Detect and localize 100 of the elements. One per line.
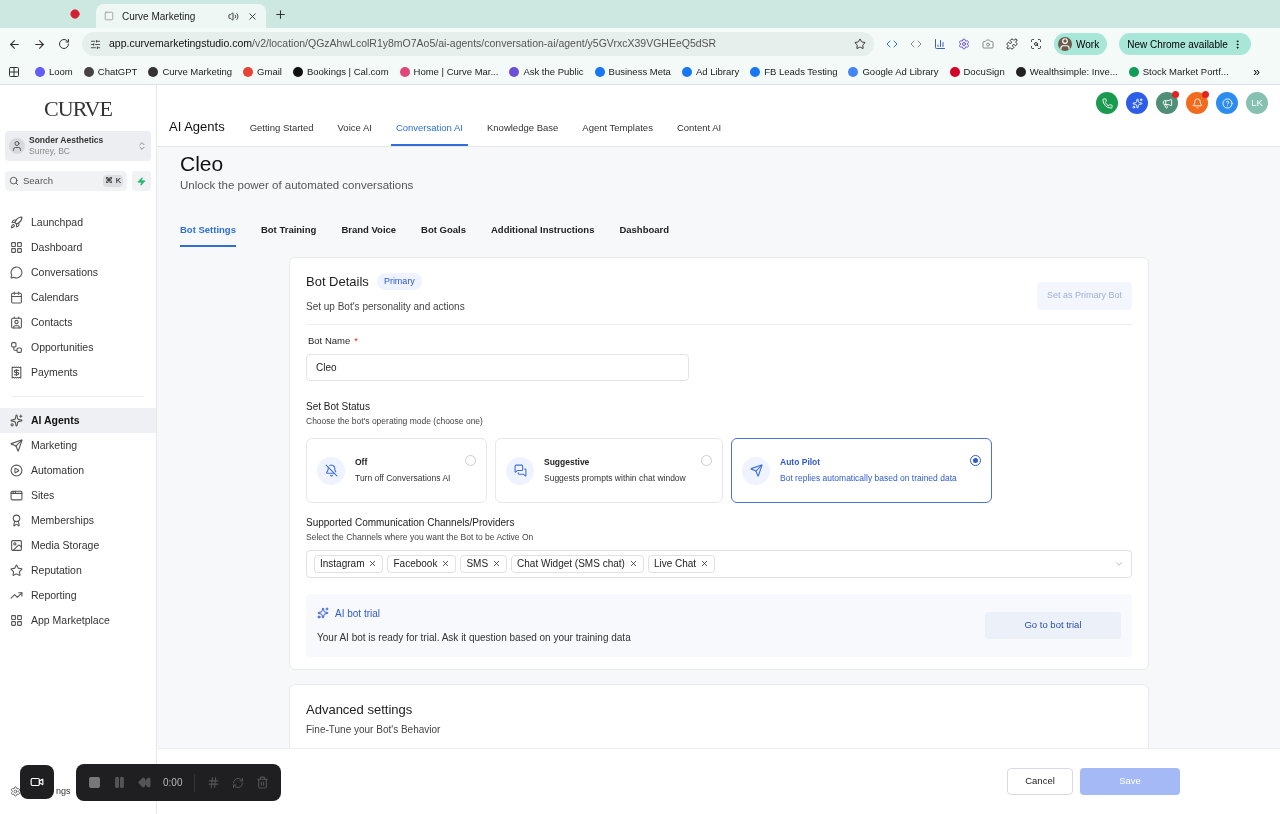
- channels-title: Supported Communication Channels/Providers: [306, 516, 516, 530]
- apps-icon[interactable]: [8, 66, 20, 78]
- bot-name-field[interactable]: Cleo: [306, 354, 689, 382]
- extension-icon[interactable]: [886, 38, 898, 50]
- settings-icon[interactable]: [10, 785, 21, 797]
- avatar-icon: [1058, 37, 1072, 51]
- bookmark[interactable]: Google Ad Library: [848, 64, 939, 80]
- search-field[interactable]: Search ⌘ K: [5, 171, 127, 191]
- extension-icon[interactable]: [958, 38, 970, 50]
- sidebar-item[interactable]: AI Agents: [0, 408, 156, 433]
- bookmark[interactable]: Home | Curve Mar...: [399, 64, 499, 80]
- field-label: Bot Name: [308, 335, 351, 346]
- bookmark[interactable]: Business Meta: [594, 64, 671, 80]
- sidebar-item[interactable]: Automation: [0, 458, 156, 483]
- bot-trial-button[interactable]: Go to bot trial: [985, 611, 1121, 639]
- sidebar-item[interactable]: Memberships: [0, 508, 156, 533]
- stop-icon[interactable]: [88, 776, 101, 789]
- bookmark[interactable]: DocuSign: [949, 64, 1005, 80]
- remove-icon[interactable]: [492, 559, 502, 569]
- remove-icon[interactable]: [368, 559, 378, 569]
- header-action-button[interactable]: [1096, 92, 1118, 114]
- status-title: Suggestive: [544, 456, 591, 469]
- bookmark[interactable]: Bookings | Cal.com: [292, 64, 389, 80]
- page-tab[interactable]: Bot Goals: [421, 223, 466, 247]
- sidebar-item[interactable]: Payments: [0, 360, 156, 385]
- bookmark[interactable]: FB Leads Testing: [750, 64, 838, 80]
- sidebar-item[interactable]: Reporting: [0, 583, 156, 608]
- channels-select[interactable]: Instagram Facebook SMS Chat Widget (SMS chat) Live Chat: [306, 549, 1132, 578]
- site-settings-icon[interactable]: [90, 38, 101, 50]
- address-bar[interactable]: app.curvemarketingstudio.com/v2/location/QGzAhwLcolR1y8mO7Ao5/ai-agents/conversation-ai/agent/y5GVrxcX39VGHEeQ5dSR: [82, 32, 874, 56]
- browser-tab[interactable]: Curve Marketing: [96, 4, 266, 28]
- sidebar-item[interactable]: Opportunities: [0, 335, 156, 360]
- sidebar-item[interactable]: Dashboard: [0, 235, 156, 260]
- sidebar-item[interactable]: Conversations: [0, 260, 156, 285]
- bookmark[interactable]: Wealthsimple: Inve...: [1015, 64, 1118, 80]
- header-tab[interactable]: Voice AI: [332, 120, 377, 146]
- bookmark[interactable]: Curve Marketing: [148, 64, 233, 80]
- sidebar-item[interactable]: App Marketplace: [0, 608, 156, 633]
- sidebar-item[interactable]: Sites: [0, 483, 156, 508]
- bookmark[interactable]: ChatGPT: [83, 64, 138, 80]
- sidebar-item[interactable]: Marketing: [0, 433, 156, 458]
- bookmark-star-icon[interactable]: [854, 38, 866, 50]
- sidebar-item[interactable]: Launchpad: [0, 210, 156, 235]
- page-tab[interactable]: Brand Voice: [341, 223, 397, 247]
- status-option[interactable]: Auto Pilot Bot replies automatically based on trained data: [731, 438, 992, 503]
- restart-icon[interactable]: [232, 776, 245, 789]
- sidebar-item[interactable]: Calendars: [0, 285, 156, 310]
- remove-icon[interactable]: [441, 559, 451, 569]
- update-button[interactable]: New Chrome available: [1119, 33, 1251, 55]
- video-icon: [30, 775, 44, 789]
- header-tab[interactable]: Agent Templates: [577, 120, 658, 146]
- header-action-button[interactable]: [1126, 92, 1148, 114]
- sidebar-item[interactable]: Media Storage: [0, 533, 156, 558]
- card-subtitle: Fine-Tune your Bot's Behavior: [306, 723, 442, 738]
- nav-icon: [10, 316, 23, 329]
- extension-icon[interactable]: [934, 38, 946, 50]
- extension-icon[interactable]: [910, 38, 922, 50]
- channel-tag: Facebook: [387, 554, 457, 573]
- tab-search-icon[interactable]: [1030, 38, 1042, 50]
- settings-label[interactable]: ngs: [56, 784, 71, 798]
- bookmark[interactable]: Stock Market Portf...: [1128, 64, 1229, 80]
- header-action-button[interactable]: [1186, 92, 1208, 114]
- trial-title: AI bot trial: [335, 606, 381, 621]
- profile-button[interactable]: Work: [1054, 33, 1108, 55]
- status-description: Suggests prompts within chat window: [544, 472, 687, 485]
- cancel-button[interactable]: Cancel: [1007, 768, 1073, 795]
- speaker-icon[interactable]: [228, 10, 239, 22]
- channels-hint: Select the Channels where you want the Bot to be Active On: [306, 531, 535, 544]
- header-tab[interactable]: Getting Started: [244, 120, 319, 146]
- extensions-icon[interactable]: [1006, 38, 1018, 50]
- channel-tag: Instagram: [314, 554, 384, 573]
- remove-icon[interactable]: [700, 559, 710, 569]
- status-icon: [317, 456, 345, 485]
- status-option[interactable]: Off Turn off Conversations AI: [306, 438, 487, 503]
- forward-icon[interactable]: [33, 37, 46, 51]
- header-tab[interactable]: Knowledge Base: [482, 120, 564, 146]
- back-icon[interactable]: [8, 37, 21, 51]
- header-action-button[interactable]: [1156, 92, 1178, 114]
- more-bookmarks[interactable]: »: [1253, 63, 1260, 81]
- status-option[interactable]: Suggestive Suggests prompts within chat window: [495, 438, 723, 503]
- bookmark[interactable]: Ask the Public: [509, 64, 584, 80]
- sidebar-item[interactable]: Contacts: [0, 310, 156, 335]
- sidebar-item[interactable]: Reputation: [0, 558, 156, 583]
- record-icon[interactable]: [70, 9, 80, 19]
- camera-button[interactable]: [20, 765, 54, 799]
- new-tab-icon[interactable]: [274, 8, 287, 21]
- page-tab[interactable]: Additional Instructions: [491, 223, 595, 247]
- camera-icon[interactable]: [982, 38, 994, 50]
- header-action-button[interactable]: [1216, 92, 1238, 114]
- bookmark[interactable]: Ad Library: [681, 64, 740, 80]
- page-tab[interactable]: Dashboard: [619, 223, 670, 247]
- reload-icon[interactable]: [58, 38, 70, 50]
- page-tab[interactable]: Bot Settings: [180, 223, 236, 247]
- account-switcher[interactable]: Sonder Aesthetics Surrey, BC: [5, 131, 151, 161]
- bookmark[interactable]: Loom: [35, 64, 73, 80]
- bookmark[interactable]: Gmail: [243, 64, 282, 80]
- page-tab[interactable]: Bot Training: [260, 223, 317, 247]
- header-tab[interactable]: Content AI: [671, 120, 727, 146]
- close-icon[interactable]: [247, 10, 258, 22]
- remove-icon[interactable]: [628, 559, 638, 569]
